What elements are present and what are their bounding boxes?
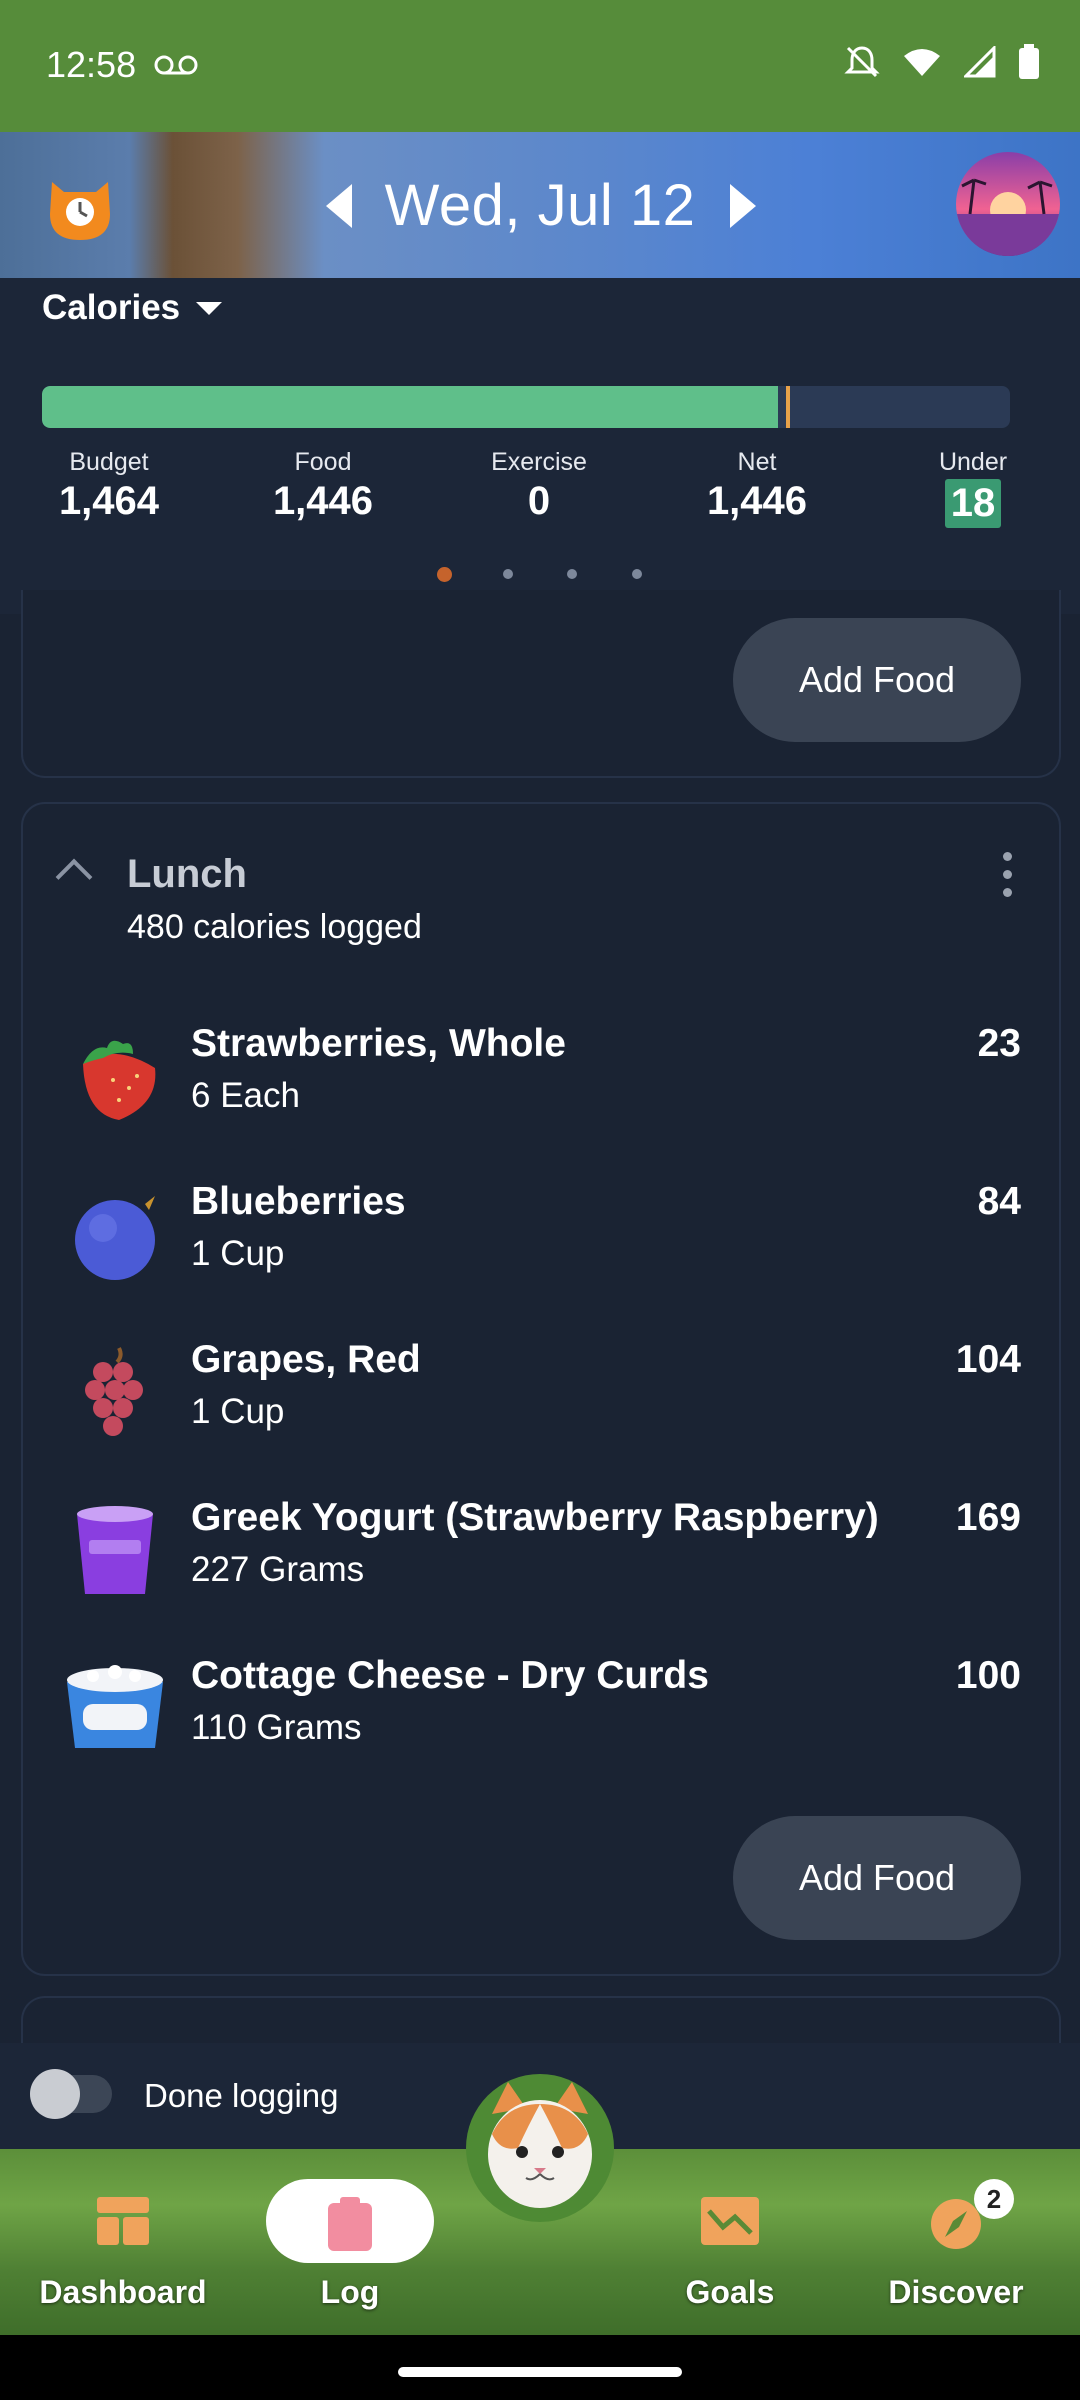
status-icons <box>844 44 1040 80</box>
budget-marker <box>786 386 790 428</box>
calorie-progress-fill <box>42 386 778 428</box>
date-label: Wed, Jul 12 <box>384 172 696 238</box>
meal-calories-logged: 480 calories logged <box>127 908 422 946</box>
stat-label: Under <box>938 448 1008 476</box>
cottage-cheese-icon <box>67 1665 163 1748</box>
metric-label: Calories <box>42 288 181 327</box>
metric-dropdown[interactable]: Calories <box>42 288 223 328</box>
stat-value: 1,446 <box>272 479 374 523</box>
stat-exercise[interactable]: Exercise 0 <box>472 448 606 524</box>
stat-budget[interactable]: Budget 1,464 <box>42 448 176 524</box>
stat-food[interactable]: Food 1,446 <box>256 448 390 524</box>
food-name: Blueberries <box>191 1180 406 1223</box>
notifications-off-icon <box>844 46 880 78</box>
page-dot[interactable] <box>632 569 642 579</box>
status-time: 12:58 <box>46 44 137 85</box>
nav-label: Goals <box>685 2274 775 2310</box>
wifi-icon <box>904 49 940 76</box>
food-item[interactable]: Blueberries 1 Cup 84 <box>23 1170 1059 1328</box>
food-name: Cottage Cheese - Dry Curds <box>191 1654 709 1697</box>
clipboard-icon <box>328 2197 372 2251</box>
food-quantity: 110 Grams <box>191 1708 362 1747</box>
add-food-button[interactable]: Add Food <box>733 1816 1021 1940</box>
page-dot[interactable] <box>567 569 577 579</box>
stat-label: Food <box>294 448 352 476</box>
food-item[interactable]: Greek Yogurt (Strawberry Raspberry) 227 … <box>23 1486 1059 1644</box>
nav-goals[interactable]: Goals <box>630 2149 830 2335</box>
nav-log[interactable]: Log <box>250 2149 450 2335</box>
dashboard-icon <box>97 2197 149 2245</box>
stat-label: Budget <box>69 448 149 476</box>
strawberry-icon <box>83 1040 156 1120</box>
calorie-summary: Calories Budget 1,464 Food 1,446 Exercis… <box>0 278 1080 614</box>
mascot-button[interactable] <box>466 2074 614 2222</box>
nav-label: Dashboard <box>39 2274 207 2310</box>
under-badge: 18 <box>944 479 1002 528</box>
food-calories: 169 <box>955 1496 1021 1539</box>
food-item[interactable]: Cottage Cheese - Dry Curds 110 Grams 100 <box>23 1644 1059 1802</box>
page-dot-active[interactable] <box>437 567 452 582</box>
profile-avatar[interactable] <box>956 152 1060 256</box>
stat-value: 1,446 <box>706 479 808 523</box>
food-item[interactable]: Grapes, Red 1 Cup 104 <box>23 1328 1059 1486</box>
home-gesture-bar[interactable] <box>398 2367 682 2377</box>
food-name: Greek Yogurt (Strawberry Raspberry) <box>191 1496 879 1539</box>
food-quantity: 6 Each <box>191 1076 300 1115</box>
blueberry-icon <box>75 1196 155 1280</box>
food-calories: 23 <box>977 1022 1021 1065</box>
signal-icon <box>964 46 996 78</box>
lunch-card: Lunch 480 calories logged Strawberries, … <box>21 802 1061 1976</box>
stat-label: Net <box>737 448 777 476</box>
stat-value: 1,464 <box>58 479 160 523</box>
meal-title: Lunch <box>127 852 247 896</box>
nav-label: Discover <box>888 2274 1024 2310</box>
system-gesture-area <box>0 2335 1080 2400</box>
voicemail-icon <box>154 55 198 75</box>
stat-under[interactable]: Under 18 <box>906 448 1040 528</box>
yogurt-icon <box>77 1506 153 1594</box>
next-day-button[interactable] <box>730 184 756 228</box>
food-quantity: 227 Grams <box>191 1550 365 1589</box>
app-logo-icon[interactable] <box>44 170 116 242</box>
done-logging-toggle[interactable] <box>30 2069 112 2119</box>
stat-label: Exercise <box>491 448 587 476</box>
nav-discover[interactable]: 2 Discover <box>856 2149 1056 2335</box>
calorie-stats: Budget 1,464 Food 1,446 Exercise 0 Net 1… <box>0 448 1080 538</box>
battery-icon <box>1019 44 1039 79</box>
add-food-button[interactable]: Add Food <box>733 618 1021 742</box>
food-item[interactable]: Strawberries, Whole 6 Each 23 <box>23 1012 1059 1170</box>
previous-meal-card: Add Food <box>21 590 1061 778</box>
discover-badge: 2 <box>974 2179 1014 2219</box>
stat-net[interactable]: Net 1,446 <box>690 448 824 524</box>
toggle-knob <box>30 2069 80 2119</box>
goals-icon <box>701 2197 759 2245</box>
food-calories: 100 <box>955 1654 1021 1697</box>
stat-value: 0 <box>527 479 551 523</box>
food-calories: 104 <box>955 1338 1021 1381</box>
food-name: Grapes, Red <box>191 1338 421 1381</box>
done-logging-label: Done logging <box>144 2077 339 2114</box>
nav-label: Log <box>320 2274 380 2310</box>
food-quantity: 1 Cup <box>191 1392 285 1431</box>
food-calories: 84 <box>977 1180 1021 1223</box>
calorie-progress-bar <box>42 386 1010 428</box>
food-quantity: 1 Cup <box>191 1234 285 1273</box>
date-display[interactable]: Wed, Jul 12 <box>320 162 760 248</box>
status-bar: 12:58 <box>0 0 1080 132</box>
date-header: Wed, Jul 12 <box>0 132 1080 278</box>
collapse-chevron-icon[interactable] <box>55 858 93 896</box>
page-dot[interactable] <box>503 569 513 579</box>
cat-mascot-icon <box>488 2082 592 2208</box>
more-options-icon[interactable] <box>1003 852 1013 906</box>
food-name: Strawberries, Whole <box>191 1022 566 1065</box>
grapes-icon <box>85 1347 143 1436</box>
nav-dashboard[interactable]: Dashboard <box>23 2149 223 2335</box>
chevron-down-icon <box>196 301 223 315</box>
